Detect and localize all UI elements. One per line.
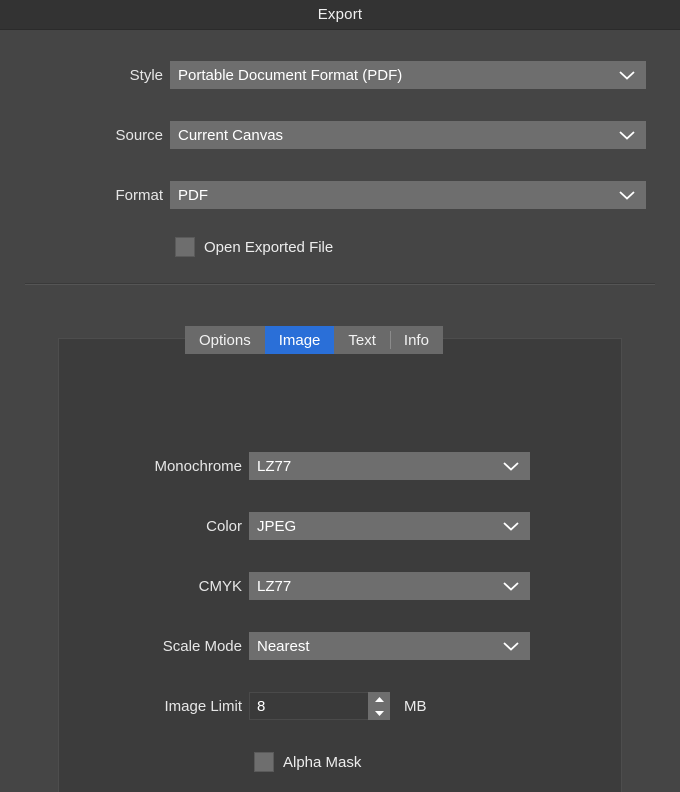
open-exported-file-row[interactable]: Open Exported File xyxy=(175,237,680,257)
format-dropdown[interactable]: PDF xyxy=(170,181,646,209)
color-label: Color xyxy=(206,517,242,535)
chevron-down-icon xyxy=(618,189,636,201)
image-limit-label: Image Limit xyxy=(164,697,242,715)
chevron-down-icon xyxy=(618,69,636,81)
style-dropdown[interactable]: Portable Document Format (PDF) xyxy=(170,61,646,89)
image-limit-value: 8 xyxy=(257,697,266,715)
color-value: JPEG xyxy=(257,517,297,535)
monochrome-row: Monochrome LZ77 xyxy=(59,452,621,480)
source-dropdown[interactable]: Current Canvas xyxy=(170,121,646,149)
image-limit-row: Image Limit 8 MB xyxy=(59,692,621,720)
scale-mode-value: Nearest xyxy=(257,637,310,655)
alpha-mask-label: Alpha Mask xyxy=(283,753,362,771)
source-value: Current Canvas xyxy=(178,126,284,144)
chevron-down-icon xyxy=(618,129,636,141)
triangle-down-icon[interactable] xyxy=(368,706,390,720)
image-limit-input[interactable]: 8 xyxy=(249,692,369,720)
cmyk-label: CMYK xyxy=(198,577,242,595)
cmyk-row: CMYK LZ77 xyxy=(59,572,621,600)
open-exported-file-checkbox[interactable] xyxy=(175,237,195,257)
monochrome-value: LZ77 xyxy=(257,457,292,475)
tab-text-label: Text xyxy=(348,331,376,349)
image-limit-stepper[interactable] xyxy=(368,692,390,720)
tab-info-label: Info xyxy=(403,331,429,349)
style-row: Style Portable Document Format (PDF) xyxy=(0,61,680,89)
panel-tabbar: Options Image Text Info xyxy=(185,326,443,354)
format-label: Format xyxy=(115,186,163,204)
triangle-up-icon[interactable] xyxy=(368,692,390,706)
tab-info[interactable]: Info xyxy=(389,326,443,354)
chevron-down-icon xyxy=(502,460,520,472)
tab-text[interactable]: Text xyxy=(334,326,390,354)
scale-mode-row: Scale Mode Nearest xyxy=(59,632,621,660)
image-tab-panel: Monochrome LZ77 Color JPEG CMYK LZ77 Sca… xyxy=(58,338,622,792)
style-value: Portable Document Format (PDF) xyxy=(178,66,403,84)
color-dropdown[interactable]: JPEG xyxy=(249,512,530,540)
source-row: Source Current Canvas xyxy=(0,121,680,149)
window-titlebar: Export xyxy=(0,0,680,30)
chevron-down-icon xyxy=(502,520,520,532)
source-label: Source xyxy=(115,126,163,144)
page-title: Export xyxy=(317,6,363,23)
monochrome-dropdown[interactable]: LZ77 xyxy=(249,452,530,480)
color-row: Color JPEG xyxy=(59,512,621,540)
alpha-mask-row[interactable]: Alpha Mask xyxy=(254,752,621,772)
format-value: PDF xyxy=(178,186,208,204)
open-exported-file-label: Open Exported File xyxy=(204,238,334,256)
tab-options-label: Options xyxy=(199,331,251,349)
format-row: Format PDF xyxy=(0,181,680,209)
style-label: Style xyxy=(129,66,163,84)
monochrome-label: Monochrome xyxy=(154,457,242,475)
chevron-down-icon xyxy=(502,640,520,652)
section-divider xyxy=(25,283,655,285)
scale-mode-dropdown[interactable]: Nearest xyxy=(249,632,530,660)
tab-image[interactable]: Image xyxy=(264,326,335,354)
chevron-down-icon xyxy=(502,580,520,592)
scale-mode-label: Scale Mode xyxy=(162,637,242,655)
image-limit-unit: MB xyxy=(404,697,427,715)
export-top-form: Style Portable Document Format (PDF) Sou… xyxy=(0,30,680,257)
tab-image-label: Image xyxy=(278,331,321,349)
tab-options[interactable]: Options xyxy=(185,326,265,354)
cmyk-dropdown[interactable]: LZ77 xyxy=(249,572,530,600)
alpha-mask-checkbox[interactable] xyxy=(254,752,274,772)
cmyk-value: LZ77 xyxy=(257,577,292,595)
